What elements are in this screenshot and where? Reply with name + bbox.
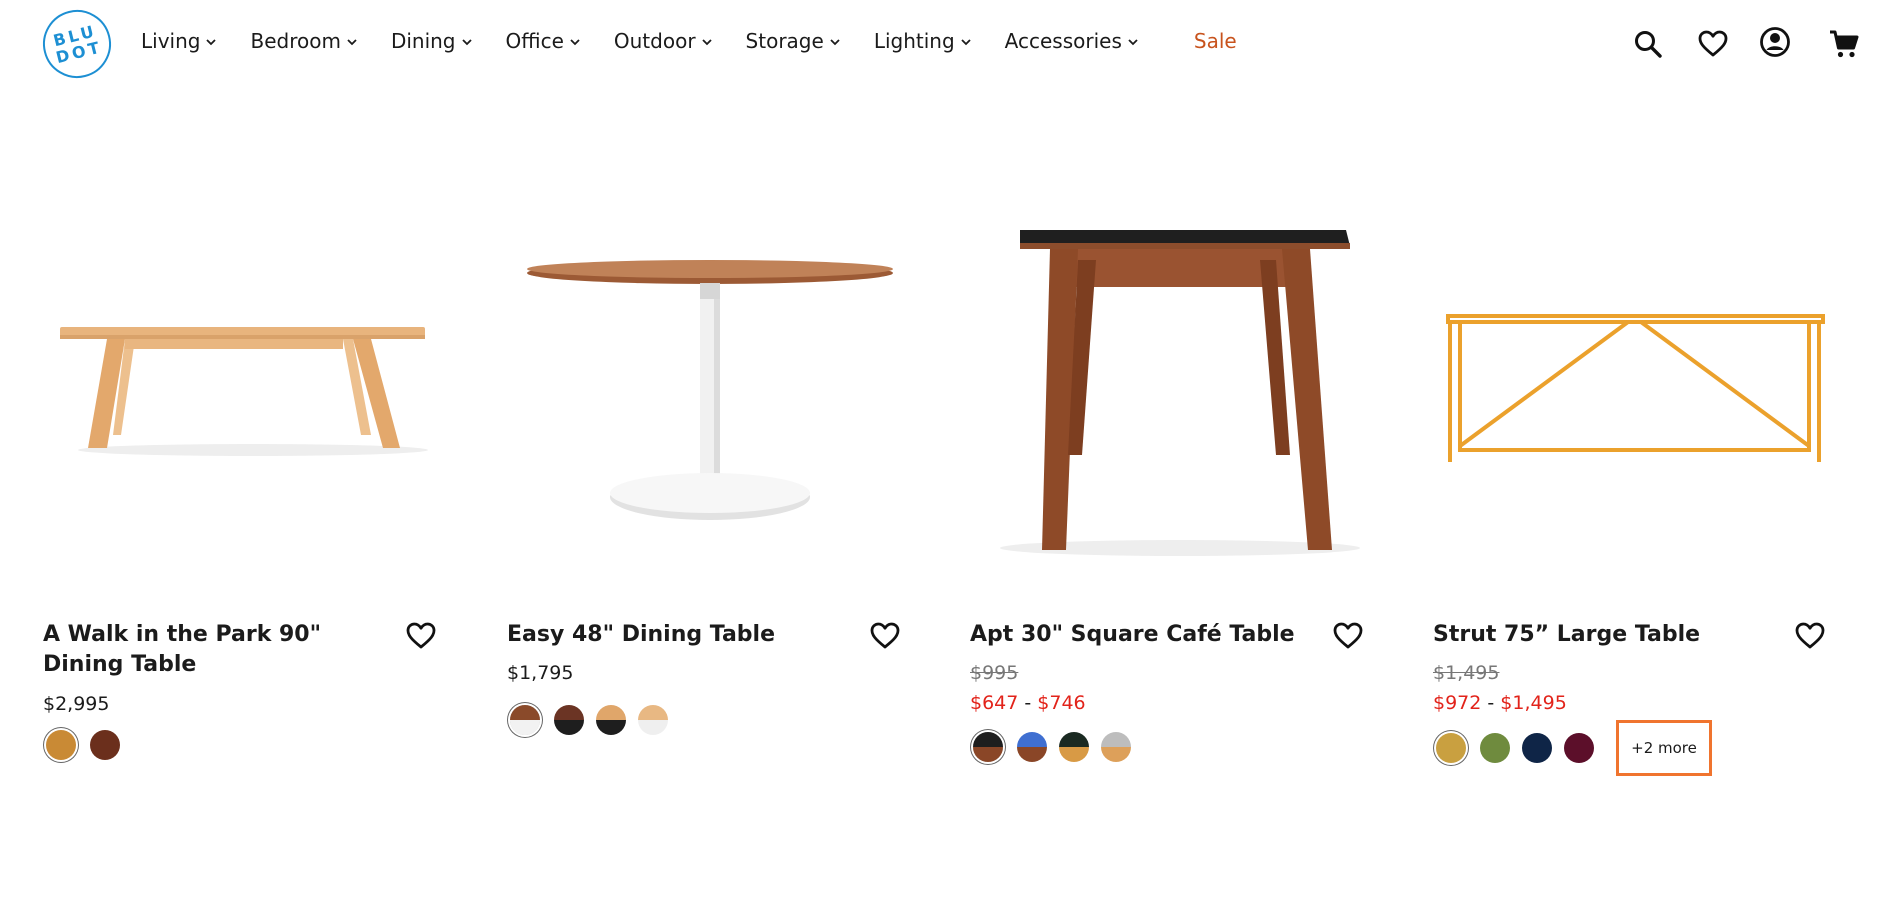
heart-icon[interactable] [1794,620,1826,652]
product-name[interactable]: Apt 30" Square Café Table [970,620,1310,650]
swatch-black-walnut[interactable] [973,732,1003,762]
bludot-logo[interactable]: BLU DOT [35,2,119,86]
product-name[interactable]: Strut 75” Large Table [1433,620,1773,650]
chevron-down-icon [1128,39,1138,46]
chevron-down-icon [347,39,357,46]
product-card[interactable]: Apt 30" Square Café Table $995 $647 - $7… [970,150,1390,790]
nav-item-storage[interactable]: Storage [746,29,842,53]
chevron-down-icon [206,39,217,46]
nav-item-living[interactable]: Living [141,29,218,53]
chevron-down-icon [461,39,472,46]
nav-item-sale[interactable]: Sale [1194,29,1237,53]
nav-item-dining[interactable]: Dining [391,29,474,53]
heart-icon[interactable] [1697,28,1729,60]
product-name[interactable]: Easy 48" Dining Table [507,620,847,650]
chevron-down-icon [701,39,712,46]
swatch-navy[interactable] [1522,733,1552,763]
product-price: $1,795 [507,662,574,684]
swatch-grey-oak[interactable] [1101,732,1131,762]
color-swatches [970,732,1143,762]
main-nav: Living Bedroom Dining Office Outdoor Sto… [141,29,1237,53]
product-price: $2,995 [43,693,110,715]
product-image[interactable] [507,150,927,590]
swatch-walnut-black[interactable] [554,705,584,735]
product-image[interactable] [1433,150,1853,590]
color-swatches [43,730,132,760]
nav-item-accessories[interactable]: Accessories [1005,29,1140,53]
sale-price: $647 - $746 [970,692,1086,714]
swatch-black-oak[interactable] [1059,732,1089,762]
nav-item-bedroom[interactable]: Bedroom [250,29,358,53]
swatch-oak[interactable] [46,730,76,760]
color-swatches: +2 more [1433,720,1712,776]
swatch-mustard[interactable] [1436,733,1466,763]
swatch-maroon[interactable] [1564,733,1594,763]
heart-icon[interactable] [869,620,901,652]
chevron-down-icon [961,39,971,46]
swatch-blue-walnut[interactable] [1017,732,1047,762]
heart-icon[interactable] [405,620,437,652]
more-swatches-button[interactable]: +2 more [1616,720,1712,776]
sale-price: $972 - $1,495 [1433,692,1567,714]
nav-item-outdoor[interactable]: Outdoor [614,29,714,53]
product-card[interactable]: Strut 75” Large Table $1,495 $972 - $1,4… [1433,150,1853,790]
product-image[interactable] [970,150,1390,590]
original-price: $1,495 [1433,662,1500,684]
product-card[interactable]: Easy 48" Dining Table $1,795 [507,150,927,790]
product-card[interactable]: A Walk in the Park 90" Dining Table $2,9… [43,150,463,790]
swatch-walnut-white[interactable] [510,705,540,735]
swatch-walnut[interactable] [90,730,120,760]
product-image[interactable] [43,150,463,590]
color-swatches [507,705,680,735]
product-name[interactable]: A Walk in the Park 90" Dining Table [43,620,383,680]
cart-icon[interactable] [1828,28,1860,60]
swatch-oak-white[interactable] [638,705,668,735]
site-header: BLU DOT Living Bedroom Dining Office Out… [0,0,1891,88]
chevron-down-icon [570,39,580,46]
original-price: $995 [970,662,1019,684]
chevron-down-icon [830,39,840,46]
account-icon[interactable] [1759,26,1791,58]
nav-item-lighting[interactable]: Lighting [874,29,973,53]
nav-item-office[interactable]: Office [506,29,582,53]
swatch-oak-black[interactable] [596,705,626,735]
search-icon[interactable] [1632,28,1664,60]
heart-icon[interactable] [1332,620,1364,652]
swatch-green[interactable] [1480,733,1510,763]
